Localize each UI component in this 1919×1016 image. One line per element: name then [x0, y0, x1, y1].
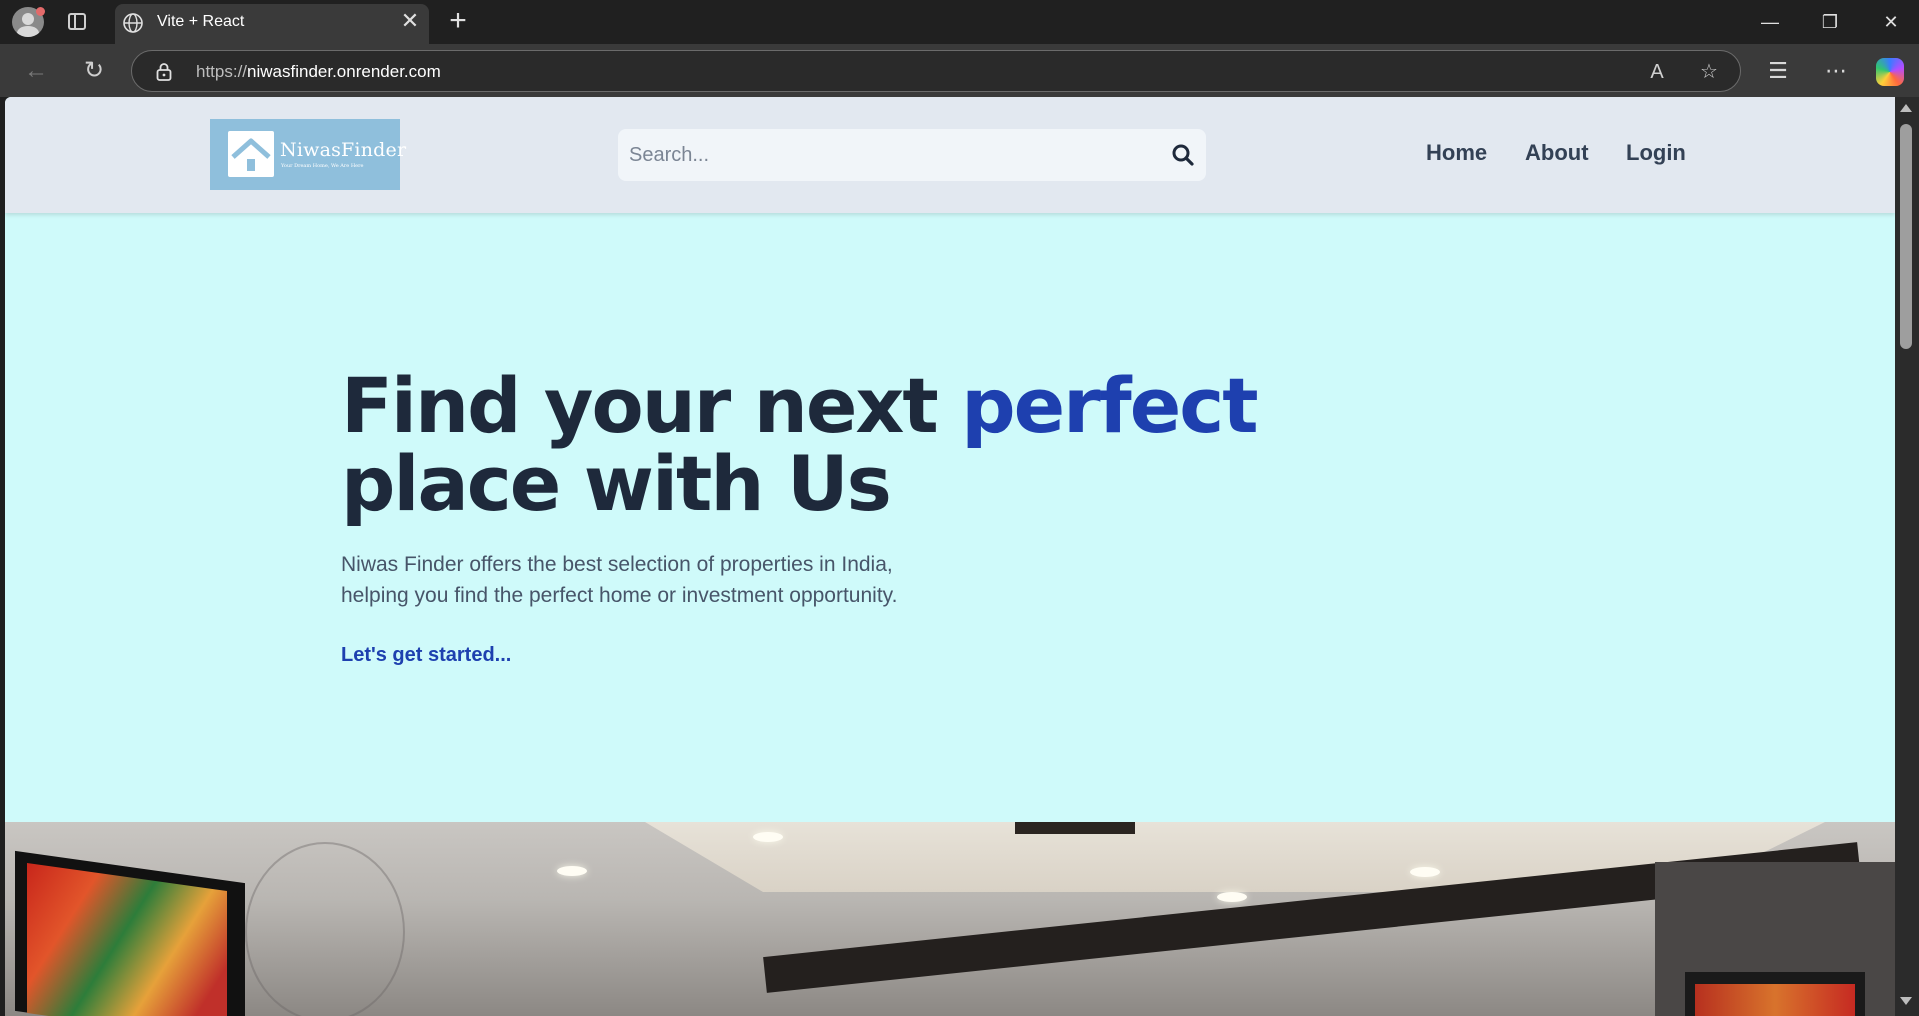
house-icon	[228, 131, 274, 177]
hero-title-part2: place with Us	[341, 439, 892, 528]
hero-interior-image	[5, 822, 1895, 1016]
painting-right	[1695, 984, 1855, 1016]
search-input[interactable]	[618, 129, 1158, 181]
favorite-star-icon[interactable]: ☆	[1696, 59, 1722, 85]
close-window-icon[interactable]: ✕	[1871, 8, 1911, 36]
painting-left	[27, 862, 227, 1016]
logo-wordmark: NiwasFinder	[280, 139, 407, 161]
site-header: NiwasFinder Your Dream Home, We Are Here…	[5, 97, 1895, 213]
hero-description: Niwas Finder offers the best selection o…	[341, 553, 898, 607]
wall-decoration	[245, 842, 405, 1016]
close-tab-icon[interactable]: ✕	[398, 9, 422, 33]
restore-icon[interactable]: ❐	[1810, 8, 1850, 36]
scroll-down-arrow-icon[interactable]	[1900, 997, 1912, 1005]
hero-title: Find your next perfect place with Us	[341, 367, 1259, 523]
ceiling-light	[1217, 892, 1247, 902]
ceiling-light	[557, 866, 587, 876]
hero-title-accent: perfect	[961, 361, 1258, 450]
nav-about-link[interactable]: About	[1525, 140, 1589, 166]
page-viewport: NiwasFinder Your Dream Home, We Are Here…	[5, 97, 1895, 1016]
minimize-icon[interactable]: —	[1750, 8, 1790, 36]
scroll-up-arrow-icon[interactable]	[1900, 104, 1912, 112]
lock-icon[interactable]	[156, 62, 172, 82]
refresh-icon[interactable]: ↻	[78, 55, 110, 87]
tab-title: Vite + React	[157, 13, 245, 30]
read-aloud-icon[interactable]: A	[1644, 59, 1670, 85]
nav-login-link[interactable]: Login	[1626, 140, 1686, 166]
site-search	[618, 129, 1206, 181]
tab-actions-icon[interactable]	[68, 13, 86, 30]
address-bar[interactable]: https://niwasfinder.onrender.com A ☆	[131, 50, 1741, 92]
favorites-list-icon[interactable]: ☰	[1762, 55, 1794, 87]
back-arrow-icon[interactable]: ←	[20, 55, 52, 87]
logo-tagline: Your Dream Home, We Are Here	[281, 163, 364, 169]
profile-notification-dot	[36, 7, 45, 16]
image-ceiling-shadow	[1015, 822, 1135, 834]
site-logo[interactable]: NiwasFinder Your Dream Home, We Are Here	[210, 119, 406, 190]
search-icon[interactable]	[1171, 143, 1195, 167]
more-options-icon[interactable]: ⋯	[1820, 55, 1852, 87]
new-tab-icon[interactable]: +	[444, 6, 472, 36]
browser-toolbar: ← ↻ https://niwasfinder.onrender.com A ☆…	[0, 44, 1919, 97]
ceiling-light	[753, 832, 783, 842]
get-started-link[interactable]: Let's get started...	[341, 644, 511, 667]
ceiling-light	[1410, 867, 1440, 877]
copilot-icon[interactable]	[1876, 58, 1904, 86]
nav-home-link[interactable]: Home	[1426, 140, 1487, 166]
scrollbar-thumb[interactable]	[1900, 124, 1912, 349]
globe-icon	[123, 13, 143, 33]
hero-title-part1: Find your next	[341, 361, 962, 450]
browser-tab-bar: Vite + React ✕ + — ❐ ✕	[0, 0, 1919, 44]
url-text[interactable]: https://niwasfinder.onrender.com	[196, 62, 441, 82]
